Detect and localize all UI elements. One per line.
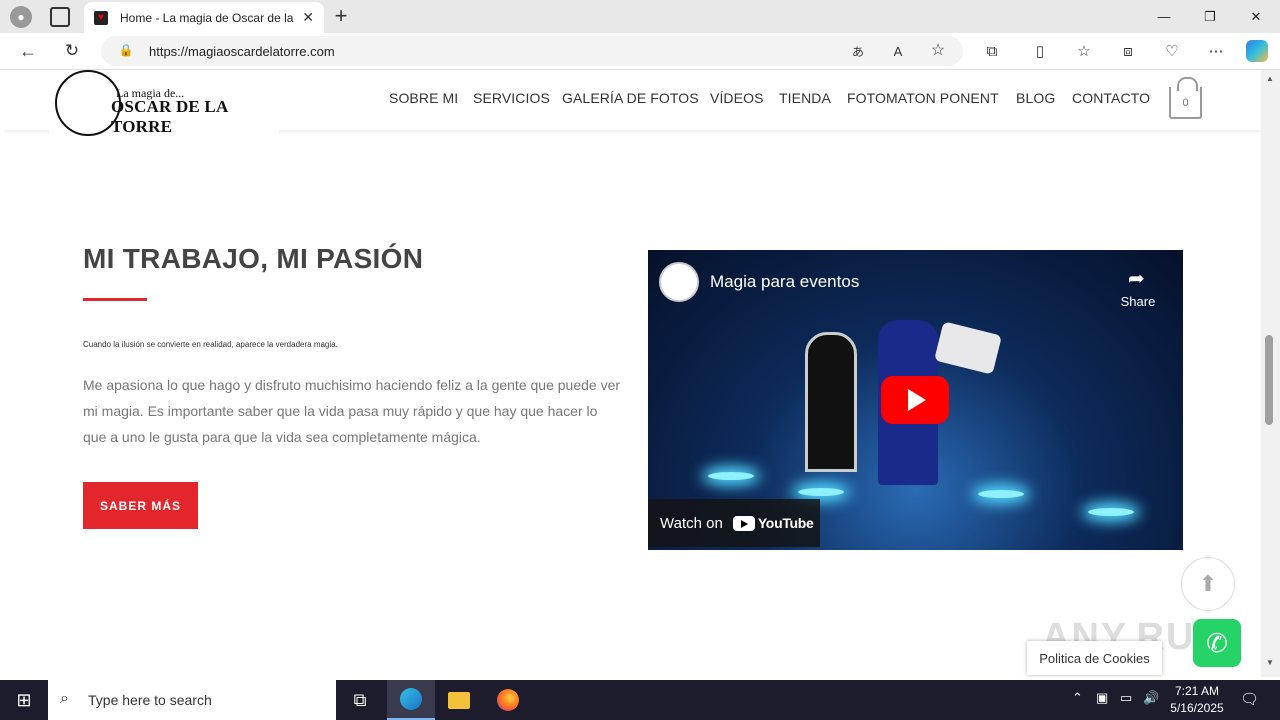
scroll-down-arrow-icon[interactable]: ▼	[1266, 658, 1274, 667]
minimize-button[interactable]: —	[1141, 0, 1187, 33]
tab-actions-icon[interactable]	[50, 7, 70, 27]
scroll-to-top-button[interactable]: ⬆	[1181, 557, 1235, 611]
search-icon: ⌕	[60, 690, 69, 707]
intro-paragraph: Me apasiona lo que hago y disfruto muchi…	[83, 377, 621, 445]
scrollbar-thumb[interactable]	[1265, 335, 1273, 425]
stage-light	[978, 490, 1024, 498]
address-bar[interactable]: 🔒 https://magiaoscardelatorre.com あ A ☆	[101, 36, 963, 66]
youtube-logo: YouTube	[732, 515, 814, 531]
scroll-up-arrow-icon[interactable]: ▲	[1266, 74, 1274, 83]
browser-tab[interactable]: ♥ Home - La magia de Oscar de la ✕	[84, 2, 324, 33]
site-header: La magia de... OSCAR DE LA TORRE SOBRE M…	[4, 70, 1261, 140]
cart-count: 0	[1182, 97, 1189, 109]
clock-date: 5/16/2025	[1170, 701, 1224, 715]
cookie-policy-button[interactable]: Politica de Cookies	[1027, 641, 1162, 675]
watch-on-label: Watch on	[660, 514, 723, 532]
url-text: https://magiaoscardelatorre.com	[149, 43, 335, 59]
browser-tab-strip: ● ♥ Home - La magia de Oscar de la ✕ + —…	[0, 0, 1280, 33]
tray-chevron-icon[interactable]: ⌃	[1072, 690, 1083, 706]
more-menu-icon[interactable]: ⋯	[1206, 41, 1226, 61]
nav-fotomaton[interactable]: FOTOMATON PONENT	[847, 90, 999, 106]
favorites-icon[interactable]: ☆	[1074, 41, 1094, 61]
saber-mas-button[interactable]: SABER MÁS	[83, 482, 198, 529]
nav-contacto[interactable]: CONTACTO	[1072, 90, 1150, 106]
collections-icon[interactable]: ⧈	[1118, 41, 1138, 61]
magic-box-prop	[934, 321, 1002, 375]
nav-videos[interactable]: VÍDEOS	[710, 90, 764, 106]
windows-taskbar: ⊞ ⌕ Type here to search ⧉ ⌃ ▣ ▭ 🔊 7:21 A…	[0, 680, 1280, 720]
play-button[interactable]	[881, 376, 949, 424]
translate-icon[interactable]: あ	[849, 42, 867, 60]
tab-title: Home - La magia de Oscar de la	[120, 10, 294, 25]
notifications-icon[interactable]: 🗨	[1240, 690, 1259, 708]
close-window-button[interactable]: ✕	[1233, 0, 1279, 33]
tray-device-icon[interactable]: ▣	[1096, 690, 1108, 706]
video-title[interactable]: Magia para eventos	[710, 272, 859, 292]
firefox-icon[interactable]	[484, 680, 532, 720]
back-icon[interactable]: ←	[18, 41, 38, 61]
youtube-wordmark: YouTube	[757, 515, 814, 531]
copilot-icon[interactable]	[1246, 40, 1268, 62]
network-icon[interactable]: ▭	[1120, 690, 1132, 706]
profile-icon[interactable]: ●	[10, 6, 32, 28]
page-scrollbar[interactable]: ▲ ▼	[1261, 70, 1280, 677]
tab-close-icon[interactable]: ✕	[302, 9, 314, 26]
taskbar-search-box[interactable]: ⌕ Type here to search	[48, 680, 336, 720]
task-view-icon[interactable]: ⧉	[336, 680, 384, 720]
windows-start-icon[interactable]: ⊞	[0, 680, 48, 720]
nav-blog[interactable]: BLOG	[1016, 90, 1055, 106]
heart-favicon-icon: ♥	[94, 10, 108, 25]
edge-taskbar-icon[interactable]	[387, 680, 435, 720]
restore-button[interactable]: ❐	[1187, 0, 1233, 33]
watch-on-youtube-button[interactable]: Watch on YouTube	[648, 499, 820, 547]
share-icon: ➦	[1128, 268, 1145, 290]
nav-sobre-mi[interactable]: SOBRE MI	[389, 90, 458, 106]
stage-light	[798, 488, 844, 496]
nav-galeria[interactable]: GALERÍA DE FOTOS	[562, 90, 699, 106]
stage-light	[708, 472, 754, 480]
arrow-up-icon: ⬆	[1198, 571, 1218, 596]
lock-icon: 🔒	[118, 43, 134, 57]
browser-essentials-icon[interactable]: ♡	[1162, 41, 1182, 61]
share-button[interactable]: ➦ Share	[1118, 268, 1158, 309]
read-aloud-icon[interactable]: A	[889, 42, 907, 60]
section-heading: MI TRABAJO, MI PASIÓN	[83, 243, 424, 274]
cart-icon[interactable]: 0	[1169, 77, 1202, 119]
whatsapp-icon: ✆	[1206, 627, 1228, 658]
favorite-star-icon[interactable]: ☆	[929, 41, 947, 59]
file-explorer-icon[interactable]	[435, 680, 483, 720]
logo-title: OSCAR DE LA TORRE	[111, 97, 228, 136]
heading-divider	[83, 298, 147, 301]
refresh-icon[interactable]: ↻	[62, 41, 82, 61]
channel-avatar[interactable]	[659, 262, 699, 302]
site-logo[interactable]: La magia de... OSCAR DE LA TORRE	[49, 70, 279, 140]
address-bar-row: ← ↻ 🔒 https://magiaoscardelatorre.com あ …	[0, 33, 1280, 70]
youtube-play-icon	[732, 515, 755, 531]
nav-servicios[interactable]: SERVICIOS	[473, 90, 550, 106]
share-label: Share	[1120, 294, 1156, 309]
magic-cabinet-prop	[805, 332, 857, 472]
extensions-icon[interactable]: ⧉	[982, 41, 1002, 61]
taskbar-clock[interactable]: 7:21 AM 5/16/2025	[1163, 683, 1231, 717]
whatsapp-button[interactable]: ✆	[1193, 619, 1241, 667]
new-tab-button[interactable]: +	[330, 3, 352, 28]
tagline: Cuando la ilusión se convierte en realid…	[83, 340, 338, 349]
search-placeholder: Type here to search	[88, 692, 212, 708]
youtube-video-embed[interactable]: Magia para eventos ➦ Share Watch on YouTu…	[648, 250, 1183, 550]
split-screen-icon[interactable]: ▯	[1030, 41, 1050, 61]
nav-tienda[interactable]: TIENDA	[779, 90, 831, 106]
stage-light	[1088, 508, 1134, 516]
web-page: La magia de... OSCAR DE LA TORRE SOBRE M…	[4, 70, 1261, 677]
clock-time: 7:21 AM	[1174, 684, 1220, 698]
volume-icon[interactable]: 🔊	[1143, 690, 1159, 706]
